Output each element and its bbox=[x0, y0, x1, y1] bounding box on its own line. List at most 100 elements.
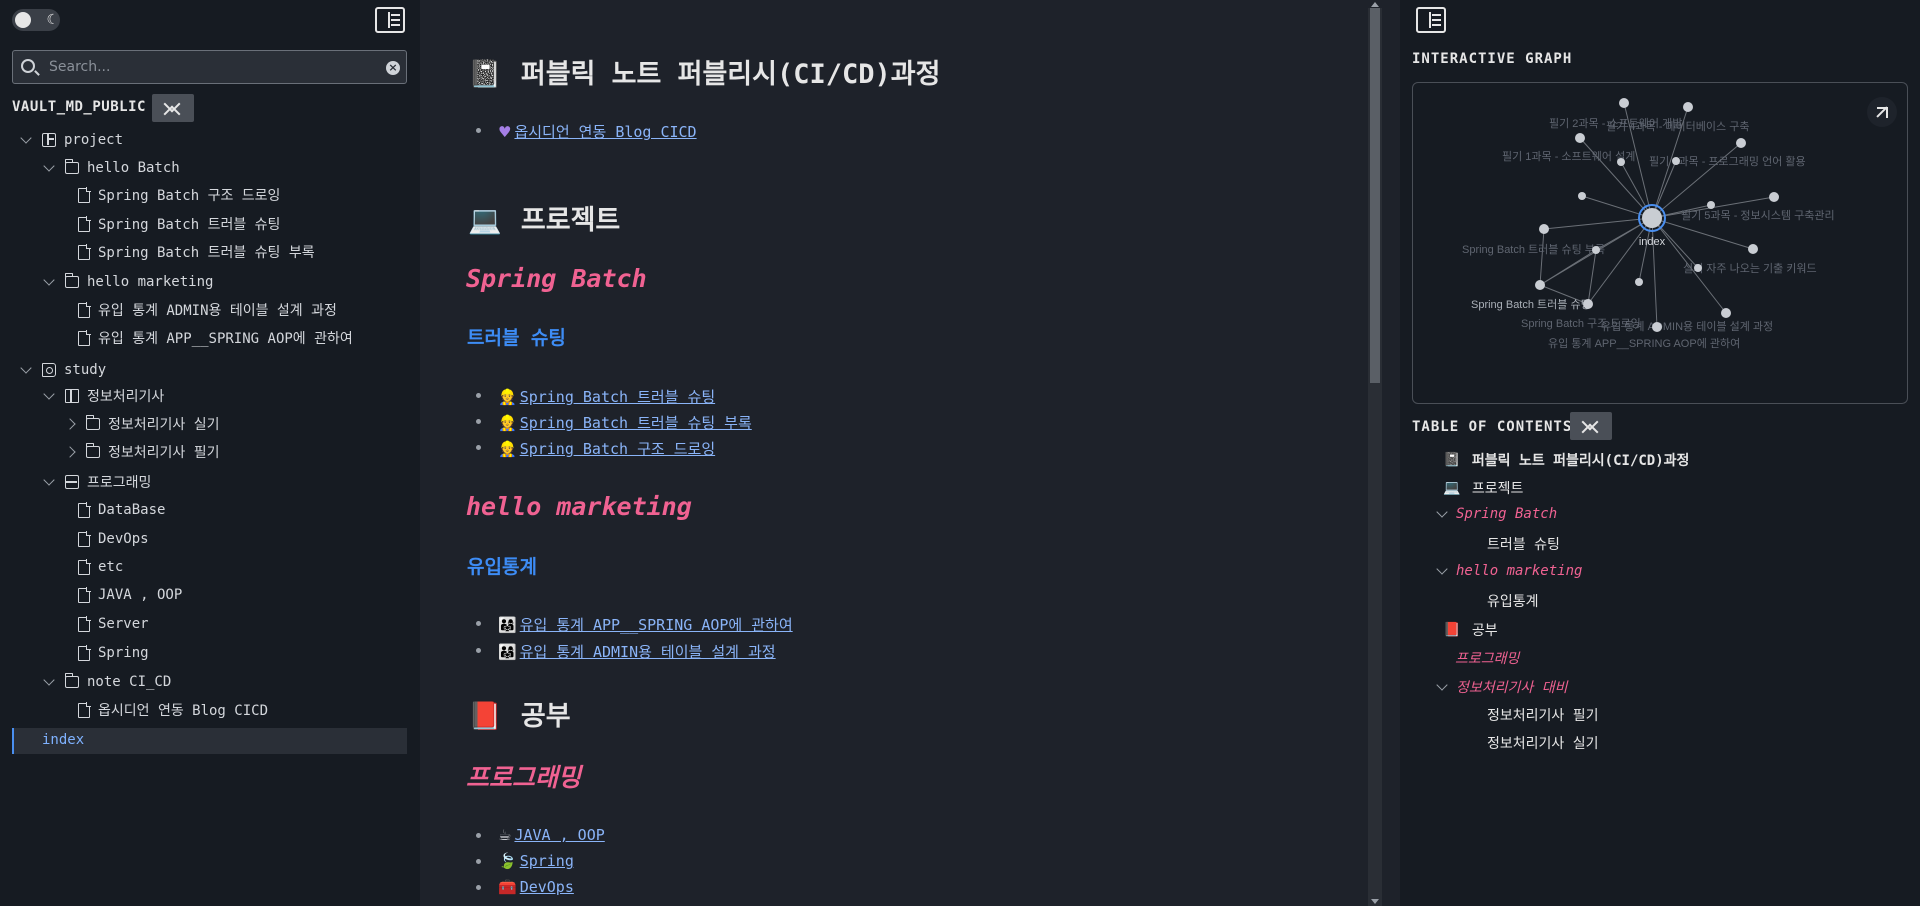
toc-item[interactable]: hello marketing bbox=[1436, 562, 1582, 579]
tree-label: 옵시디언 연동 Blog CICD bbox=[98, 703, 268, 719]
file-icon bbox=[78, 502, 91, 518]
tree-file[interactable]: Spring Batch 구조 드로잉 bbox=[78, 183, 280, 207]
tree-folder-project[interactable]: project bbox=[20, 128, 124, 152]
tree-file[interactable]: Spring Batch 트러블 슈팅 부록 bbox=[78, 240, 315, 264]
tree-file[interactable]: DataBase bbox=[78, 498, 165, 522]
people-icon: 👨‍👩‍👧 bbox=[498, 616, 517, 634]
list-item: ♥ 옵시디언 연동 Blog CICD bbox=[476, 121, 697, 142]
laptop-icon: 💻 bbox=[468, 205, 502, 236]
heading-project: 💻 프로젝트 bbox=[468, 198, 620, 237]
toc-item[interactable]: 📓 퍼블릭 노트 퍼블리시(CI/CD)과정 bbox=[1443, 450, 1689, 470]
graph-node-index[interactable] bbox=[1642, 208, 1662, 228]
toc-item[interactable]: 📕 공부 bbox=[1443, 620, 1498, 640]
interactive-graph[interactable]: 필기 2과목 - 소프트웨어 개발 필기 4과목 - 데이터베이스 구축 필기 … bbox=[1412, 82, 1908, 404]
tree-label: JAVA , OOP bbox=[98, 587, 183, 603]
left-panel-toggle-icon[interactable] bbox=[375, 7, 405, 33]
link[interactable]: Spring Batch 트러블 슈팅 부록 bbox=[520, 414, 752, 432]
toc-collapse-button[interactable] bbox=[1570, 412, 1612, 440]
tree-folder-silgi[interactable]: 정보처리기사 실기 bbox=[64, 412, 220, 436]
list-item: 🧰 DevOps bbox=[476, 878, 574, 896]
list-item: 👷 Spring Batch 트러블 슈팅 bbox=[476, 386, 715, 407]
toc-item[interactable]: 트러블 슈팅 bbox=[1487, 534, 1560, 554]
collapse-all-button[interactable] bbox=[152, 94, 194, 122]
heading-text: 프로젝트 bbox=[520, 205, 621, 236]
tree-folder-hello-marketing[interactable]: hello marketing bbox=[43, 270, 213, 294]
link[interactable]: DevOps bbox=[520, 878, 574, 896]
tree-label: project bbox=[64, 132, 124, 148]
graph-title: INTERACTIVE GRAPH bbox=[1412, 51, 1573, 67]
file-icon bbox=[78, 187, 91, 203]
heading-study: 📕 공부 bbox=[468, 694, 571, 733]
list-item: 👷 Spring Batch 구조 드로잉 bbox=[476, 438, 715, 459]
link[interactable]: JAVA , OOP bbox=[514, 826, 604, 844]
tree-label: Server bbox=[98, 616, 149, 632]
file-icon bbox=[78, 216, 91, 232]
toc-item[interactable]: 정보처리기사 대비 bbox=[1436, 677, 1567, 697]
heading-spring-batch: Spring Batch bbox=[466, 264, 647, 293]
tree-item-index-active[interactable]: index bbox=[12, 728, 407, 754]
toolbox-icon: 🧰 bbox=[498, 878, 517, 896]
toc-item[interactable]: 프로그래밍 bbox=[1455, 648, 1519, 668]
tree-file[interactable]: JAVA , OOP bbox=[78, 583, 182, 607]
tree-file[interactable]: DevOps bbox=[78, 527, 149, 551]
tree-label: 정보처리기사 실기 bbox=[108, 417, 220, 433]
toc-item[interactable]: 유입통계 bbox=[1487, 591, 1539, 611]
tree-label: 정보처리기사 bbox=[87, 389, 165, 405]
scrollbar[interactable] bbox=[1368, 2, 1382, 906]
search-box[interactable]: × bbox=[12, 50, 407, 84]
tree-file[interactable]: 유입 통계 APP__SPRING AOP에 관하여 bbox=[78, 326, 353, 350]
tree-label: hello Batch bbox=[87, 160, 180, 176]
graph-canvas[interactable]: 필기 2과목 - 소프트웨어 개발 필기 4과목 - 데이터베이스 구축 필기 … bbox=[1413, 83, 1908, 404]
tree-file[interactable]: Spring Batch 트러블 슈팅 bbox=[78, 212, 280, 236]
tree-folder-programming[interactable]: 프로그래밍 bbox=[43, 470, 151, 494]
link[interactable]: Spring Batch 트러블 슈팅 bbox=[520, 388, 715, 406]
chevron-down-icon bbox=[1436, 562, 1448, 575]
worker-icon: 👷 bbox=[498, 440, 517, 458]
heading-text: 공부 bbox=[520, 701, 571, 732]
list-item: 👷 Spring Batch 트러블 슈팅 부록 bbox=[476, 412, 752, 433]
tree-label: note CI_CD bbox=[87, 674, 172, 690]
theme-toggle[interactable]: ☾ bbox=[12, 9, 60, 31]
toc-label: 유입통계 bbox=[1487, 594, 1539, 610]
tree-folder-jeongbo[interactable]: 정보처리기사 bbox=[43, 384, 165, 408]
graph-center-label: index bbox=[1639, 236, 1666, 248]
coffee-icon: ☕ bbox=[498, 826, 512, 844]
tree-folder-note[interactable]: note CI_CD bbox=[43, 670, 172, 694]
tree-file[interactable]: etc bbox=[78, 555, 123, 579]
tree-folder-pilgi[interactable]: 정보처리기사 필기 bbox=[64, 440, 219, 464]
link[interactable]: Spring Batch 구조 드로잉 bbox=[520, 440, 715, 458]
scrollbar-thumb[interactable] bbox=[1370, 8, 1380, 383]
toc-item[interactable]: Spring Batch bbox=[1436, 505, 1557, 522]
worker-icon: 👷 bbox=[498, 388, 517, 406]
tree-file[interactable]: 유입 통계 ADMIN용 테이블 설계 과정 bbox=[78, 298, 337, 322]
tree-file[interactable]: 옵시디언 연동 Blog CICD bbox=[78, 698, 268, 722]
link[interactable]: 유입 통계 ADMIN용 테이블 설계 과정 bbox=[520, 643, 776, 661]
clear-icon[interactable]: × bbox=[386, 61, 400, 75]
tree-label: 유입 통계 ADMIN용 테이블 설계 과정 bbox=[98, 303, 337, 319]
tree-file[interactable]: Spring bbox=[78, 641, 149, 665]
scroll-up-arrow[interactable] bbox=[1371, 2, 1379, 7]
file-icon bbox=[78, 330, 91, 346]
search-input[interactable] bbox=[49, 57, 369, 77]
graph-node-label: 실기 자주 나오는 기출 키워드 bbox=[1683, 262, 1817, 275]
bullet bbox=[476, 648, 481, 653]
tree-file[interactable]: Server bbox=[78, 612, 149, 636]
chevron-down-icon bbox=[43, 473, 55, 486]
expand-graph-icon[interactable] bbox=[1867, 97, 1897, 127]
heading-text: 퍼블릭 노트 퍼블리시(CI/CD)과정 bbox=[520, 59, 941, 90]
link[interactable]: Spring bbox=[520, 852, 574, 870]
chevron-down-icon bbox=[20, 361, 32, 374]
toc-item[interactable]: 정보처리기사 실기 bbox=[1487, 733, 1598, 753]
right-panel-toggle-icon[interactable] bbox=[1416, 7, 1446, 33]
tree-label: Spring Batch 트러블 슈팅 부록 bbox=[98, 245, 315, 261]
link[interactable]: 유입 통계 APP__SPRING AOP에 관하여 bbox=[520, 616, 793, 634]
tree-label: Spring bbox=[98, 645, 149, 661]
scroll-down-arrow[interactable] bbox=[1371, 899, 1379, 904]
tree-folder-study[interactable]: study bbox=[20, 358, 106, 382]
graph-node-label: Spring Batch 트러블 슈팅 부록 bbox=[1462, 243, 1605, 256]
toc-item[interactable]: 정보처리기사 필기 bbox=[1487, 705, 1598, 725]
note-link[interactable]: 옵시디언 연동 Blog CICD bbox=[514, 123, 696, 141]
tree-label: 유입 통계 APP__SPRING AOP에 관하여 bbox=[98, 331, 353, 347]
tree-folder-hello-batch[interactable]: hello Batch bbox=[43, 156, 180, 180]
toc-item[interactable]: 💻 프로젝트 bbox=[1443, 478, 1523, 498]
